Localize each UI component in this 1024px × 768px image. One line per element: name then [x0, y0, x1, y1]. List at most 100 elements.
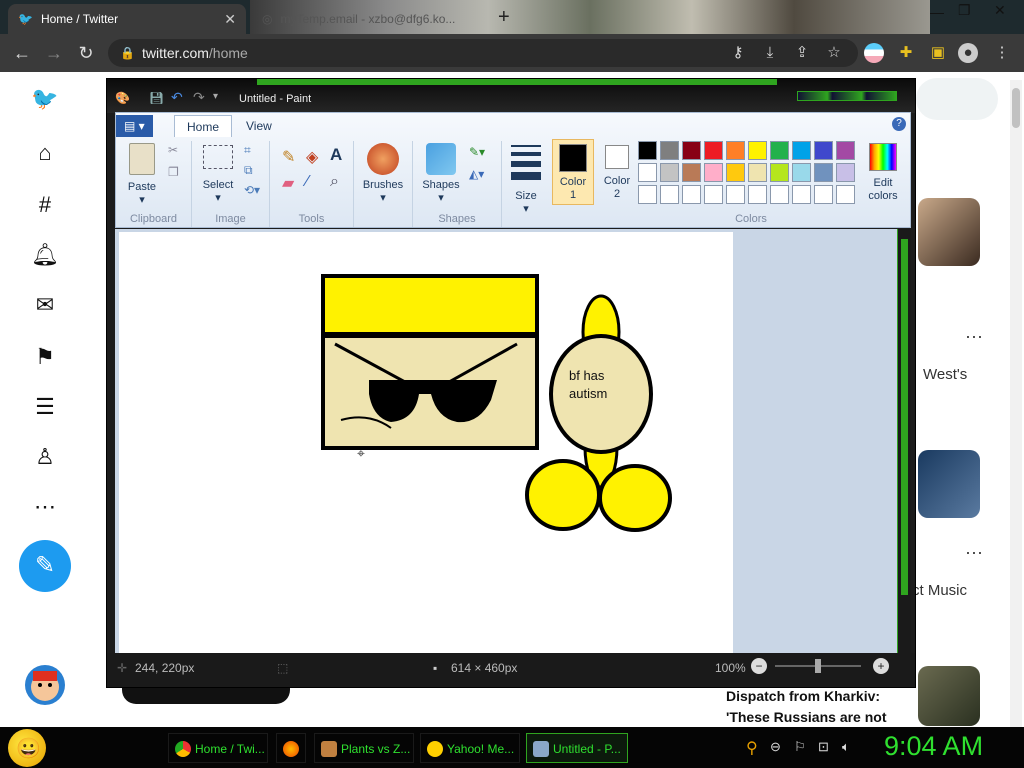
tab-view[interactable]: View: [234, 115, 284, 137]
trend-text[interactable]: ct Music: [912, 582, 967, 599]
color-picker-icon[interactable]: ⁄: [306, 173, 309, 191]
news-thumbnail[interactable]: [918, 666, 980, 726]
palette-swatch[interactable]: [770, 163, 789, 182]
drawing-canvas[interactable]: bf has autism ⌖: [119, 232, 733, 653]
network-icon[interactable]: ⊡: [818, 739, 829, 755]
messages-envelope-icon[interactable]: ✉: [28, 288, 62, 322]
rotate-icon[interactable]: ⟲▾: [244, 183, 260, 197]
twitter-logo-icon[interactable]: 🐦: [28, 82, 62, 116]
notifications-bell-icon[interactable]: 🔔︎: [28, 238, 62, 272]
zoom-in-button[interactable]: +: [873, 658, 889, 674]
pencil-icon[interactable]: ✎: [282, 147, 295, 167]
outline-icon[interactable]: ✎▾: [469, 145, 485, 159]
palette-swatch[interactable]: [792, 141, 811, 160]
palette-swatch[interactable]: [836, 163, 855, 182]
palette-swatch[interactable]: [704, 185, 723, 204]
more-dots-icon[interactable]: ···: [965, 326, 983, 347]
search-icon[interactable]: ⚲: [746, 738, 758, 758]
reload-icon[interactable]: ↻: [74, 42, 98, 64]
palette-swatch[interactable]: [704, 141, 723, 160]
palette-swatch[interactable]: [638, 163, 657, 182]
palette-swatch[interactable]: [770, 141, 789, 160]
eraser-icon[interactable]: ▰: [282, 173, 294, 193]
palette-swatch[interactable]: [792, 185, 811, 204]
trend-text[interactable]: West's: [923, 366, 967, 383]
text-tool-icon[interactable]: A: [330, 145, 342, 165]
news-headline-1[interactable]: Dispatch from Kharkiv:: [726, 688, 880, 704]
news-headline-2[interactable]: 'These Russians are not: [726, 709, 887, 725]
tweet-button-fragment[interactable]: [122, 686, 290, 704]
copy-icon[interactable]: ❐: [168, 165, 179, 179]
avatar[interactable]: [25, 665, 65, 705]
restore-button[interactable]: ❐: [958, 2, 971, 19]
crop-icon[interactable]: ⌗: [244, 143, 251, 158]
palette-swatch[interactable]: [792, 163, 811, 182]
palette-swatch[interactable]: [770, 185, 789, 204]
palette-swatch[interactable]: [638, 185, 657, 204]
taskbar-item-yahoo[interactable]: Yahoo! Me...: [420, 733, 520, 763]
more-circle-icon[interactable]: ⋯: [28, 490, 62, 524]
color1-button[interactable]: Color 1: [552, 139, 594, 205]
tab-twitter[interactable]: 🐦 Home / Twitter ✕: [8, 4, 246, 34]
explore-hashtag-icon[interactable]: #: [28, 188, 62, 222]
sidepanel-icon[interactable]: ▣: [928, 43, 948, 63]
redo-icon[interactable]: ↷: [193, 89, 205, 106]
share-icon[interactable]: ⇪: [792, 43, 812, 63]
profile-icon[interactable]: ●: [958, 43, 978, 63]
color2-button[interactable]: Color 2: [598, 143, 636, 201]
palette-swatch[interactable]: [814, 163, 833, 182]
palette-swatch[interactable]: [726, 141, 745, 160]
forward-icon[interactable]: →: [42, 42, 66, 64]
palette-swatch[interactable]: [638, 141, 657, 160]
palette-swatch[interactable]: [726, 163, 745, 182]
minimize-button[interactable]: —: [930, 4, 944, 20]
edit-colors-button[interactable]: Edit colors: [860, 143, 906, 203]
page-scrollbar[interactable]: [1010, 80, 1022, 730]
tab-mytemp[interactable]: ◎ myTemp.email - xzbo@dfg6.ko...: [252, 4, 490, 34]
quick-access-dropdown-icon[interactable]: ▾: [213, 91, 218, 102]
brushes-button[interactable]: Brushes ▾: [358, 143, 408, 205]
compose-tweet-button[interactable]: ✎: [19, 540, 71, 592]
extensions-puzzle-icon[interactable]: ✚: [896, 43, 916, 63]
save-icon[interactable]: 💾︎: [149, 91, 164, 105]
fill-icon[interactable]: ◭▾: [469, 167, 484, 181]
menu-kebab-icon[interactable]: ⋮: [992, 43, 1012, 63]
palette-swatch[interactable]: [704, 163, 723, 182]
clock[interactable]: 9:04 AM: [884, 731, 983, 762]
minus-circle-icon[interactable]: ⊖: [770, 739, 781, 755]
palette-swatch[interactable]: [660, 185, 679, 204]
paint-app-icon[interactable]: 🎨: [115, 91, 130, 105]
palette-swatch[interactable]: [660, 141, 679, 160]
palette-swatch[interactable]: [748, 185, 767, 204]
palette-swatch[interactable]: [814, 185, 833, 204]
search-field-fragment[interactable]: [916, 78, 998, 120]
zoom-out-button[interactable]: −: [751, 658, 767, 674]
magnifier-icon[interactable]: ⌕: [330, 173, 339, 191]
taskbar-item-plants[interactable]: Plants vs Z...: [314, 733, 414, 763]
taskbar-item-chrome[interactable]: Home / Twi...: [168, 733, 268, 763]
window-controls[interactable]: [797, 91, 897, 101]
tab-home[interactable]: Home: [174, 115, 233, 137]
palette-swatch[interactable]: [814, 141, 833, 160]
palette-swatch[interactable]: [726, 185, 745, 204]
palette-swatch[interactable]: [836, 185, 855, 204]
extension-flag-icon[interactable]: [864, 43, 884, 63]
back-icon[interactable]: ←: [10, 42, 34, 64]
taskbar-item-firefox[interactable]: [276, 733, 306, 763]
fill-bucket-icon[interactable]: ◈: [306, 147, 318, 167]
install-icon[interactable]: ⤓: [760, 43, 780, 63]
help-icon[interactable]: ?: [892, 117, 906, 131]
trend-thumbnail[interactable]: [918, 450, 980, 518]
new-tab-button[interactable]: +: [498, 6, 510, 29]
flag-icon[interactable]: ⚐: [794, 739, 806, 755]
taskbar-item-paint[interactable]: Untitled - P...: [526, 733, 628, 763]
palette-swatch[interactable]: [682, 163, 701, 182]
trend-thumbnail[interactable]: [918, 198, 980, 266]
cut-icon[interactable]: ✂: [168, 143, 178, 157]
start-button[interactable]: 😀: [8, 729, 46, 767]
file-menu-button[interactable]: ▤ ▾: [116, 115, 153, 137]
key-icon[interactable]: ⚷: [728, 43, 748, 63]
palette-swatch[interactable]: [748, 141, 767, 160]
palette-swatch[interactable]: [748, 163, 767, 182]
lists-icon[interactable]: ☰: [28, 390, 62, 424]
